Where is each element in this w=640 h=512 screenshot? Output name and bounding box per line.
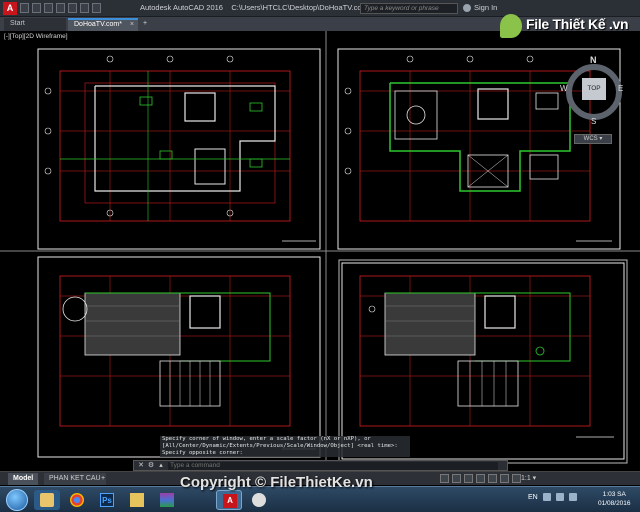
search-input[interactable]: Type a keyword or phrase xyxy=(360,3,458,14)
tab-model[interactable]: Model xyxy=(8,473,39,485)
status-tools xyxy=(440,474,521,483)
system-tray: EN xyxy=(528,493,577,501)
floor-plan-sheet-1 xyxy=(37,48,321,250)
ortho-icon[interactable] xyxy=(476,474,485,483)
polar-icon[interactable] xyxy=(488,474,497,483)
grid-icon[interactable] xyxy=(452,474,461,483)
arrow-up-icon[interactable] xyxy=(542,493,551,501)
chevron-up-icon[interactable]: ▴ xyxy=(157,462,165,470)
command-input[interactable] xyxy=(168,462,498,470)
model-space-icon[interactable] xyxy=(440,474,449,483)
print-icon[interactable] xyxy=(68,3,77,13)
new-file-icon[interactable] xyxy=(20,3,29,13)
clock-date: 01/08/2016 xyxy=(598,500,631,507)
floor-plan-sheet-3 xyxy=(37,256,321,458)
start-button[interactable] xyxy=(6,489,28,511)
clock[interactable]: 1:03 SA 01/08/2016 xyxy=(598,490,631,508)
paint-icon[interactable] xyxy=(246,490,272,510)
drawing-canvas[interactable]: [-][Top][2D Wireframe] TOP N S W E WCS ▾ xyxy=(0,31,640,469)
command-line[interactable]: ✕ ⚙ ▴ xyxy=(133,460,508,471)
wcs-menu[interactable]: WCS ▾ xyxy=(574,134,612,144)
cad-drawing xyxy=(0,31,640,469)
autocad-icon[interactable]: A xyxy=(216,490,242,510)
close-icon[interactable]: ✕ xyxy=(137,462,145,470)
user-icon[interactable] xyxy=(463,4,471,12)
volume-icon[interactable] xyxy=(568,493,577,501)
redo-icon[interactable] xyxy=(92,3,101,13)
lineweight-icon[interactable] xyxy=(512,474,521,483)
explorer-icon[interactable] xyxy=(34,490,60,510)
snap-icon[interactable] xyxy=(464,474,473,483)
floor-plan-sheet-4 xyxy=(341,262,625,460)
window-title: Autodesk AutoCAD 2016 C:\Users\HTCLC\Des… xyxy=(140,3,384,12)
command-history: Specify corner of window, enter a scale … xyxy=(160,436,410,457)
viewcube-top-face[interactable]: TOP xyxy=(582,78,606,100)
viewport-controls[interactable]: [-][Top][2D Wireframe] xyxy=(4,33,68,40)
save-as-icon[interactable] xyxy=(56,3,65,13)
tab-start[interactable]: Start xyxy=(4,18,66,31)
watermark-logo-text: File Thiết Kế .vn xyxy=(526,16,629,32)
tab-drawing-label: DoHoaTV.com* xyxy=(74,21,122,28)
command-history-line: Specify corner of window, enter a scale … xyxy=(160,436,410,443)
copyright-watermark: Copyright © FileThietKe.vn xyxy=(180,474,373,491)
save-icon[interactable] xyxy=(44,3,53,13)
winrar-icon[interactable] xyxy=(154,490,180,510)
command-history-line: Specify opposite corner: xyxy=(160,450,410,457)
folder-icon[interactable] xyxy=(124,490,150,510)
viewcube[interactable]: TOP N S W E WCS ▾ xyxy=(560,54,626,154)
undo-icon[interactable] xyxy=(80,3,89,13)
new-tab-button[interactable]: + xyxy=(141,18,153,31)
open-file-icon[interactable] xyxy=(32,3,41,13)
language-indicator[interactable]: EN xyxy=(528,494,538,501)
wrench-icon[interactable]: ⚙ xyxy=(147,462,155,470)
compass-east[interactable]: E xyxy=(618,84,623,93)
close-tab-icon[interactable]: × xyxy=(130,20,134,30)
tab-drawing[interactable]: DoHoaTV.com* × xyxy=(68,18,138,31)
compass-north[interactable]: N xyxy=(590,55,597,65)
autocad-logo-icon[interactable]: A xyxy=(3,2,17,15)
photoshop-icon[interactable]: Ps xyxy=(94,490,120,510)
compass-south[interactable]: S xyxy=(591,117,596,126)
watermark-logo: File Thiết Kế .vn xyxy=(500,12,635,42)
clock-time: 1:03 SA xyxy=(602,491,626,498)
filethietke-logo-icon xyxy=(500,14,522,38)
command-history-line: [All/Center/Dynamic/Extents/Previous/Sca… xyxy=(160,443,410,450)
compass-west[interactable]: W xyxy=(560,84,568,93)
sign-in-link[interactable]: Sign In xyxy=(474,3,497,12)
annotation-scale[interactable]: 1:1 ▾ xyxy=(521,474,536,482)
network-icon[interactable] xyxy=(555,493,564,501)
chrome-icon[interactable] xyxy=(64,490,90,510)
quick-access-toolbar xyxy=(20,3,101,13)
app-title: Autodesk AutoCAD 2016 xyxy=(140,3,223,12)
osnap-icon[interactable] xyxy=(500,474,509,483)
add-layout-button[interactable]: + xyxy=(96,473,110,485)
tab-start-label: Start xyxy=(10,20,25,27)
